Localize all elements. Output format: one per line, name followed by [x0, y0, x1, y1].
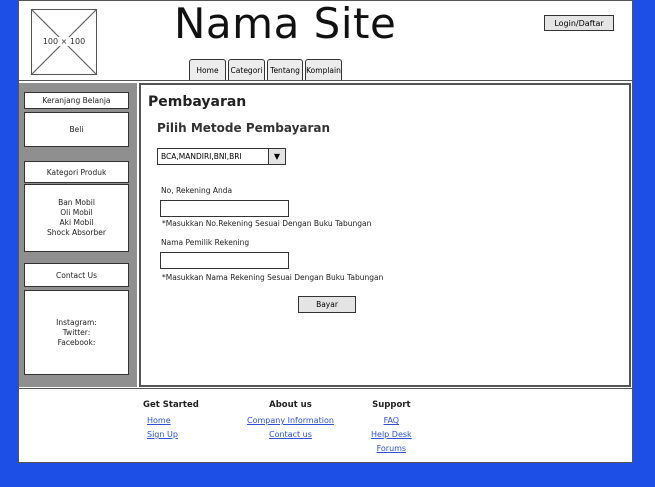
tab-home[interactable]: Home — [189, 59, 226, 80]
dropdown-arrow-icon[interactable]: ▼ — [268, 149, 285, 164]
page-frame: 100 × 100 Nama Site Login/Daftar Home Ca… — [18, 0, 633, 463]
category-list: Ban Mobil Oli Mobil Aki Mobil Shock Abso… — [24, 184, 129, 252]
logo-size-label: 100 × 100 — [40, 37, 88, 46]
tab-komplain[interactable]: Komplain — [305, 59, 342, 80]
category-item-oli-mobil[interactable]: Oli Mobil — [60, 208, 92, 218]
footer-link-home[interactable]: Home — [143, 414, 199, 428]
category-item-ban-mobil[interactable]: Ban Mobil — [58, 198, 95, 208]
footer-link-company-information[interactable]: Company Information — [247, 414, 334, 428]
footer-link-sign-up[interactable]: Sign Up — [143, 428, 199, 442]
category-item-shock-absorber[interactable]: Shock Absorber — [47, 228, 106, 238]
account-name-input[interactable] — [160, 252, 289, 269]
account-number-note: *Masukkan No.Rekening Sesuai Dengan Buku… — [162, 219, 372, 228]
pay-button[interactable]: Bayar — [298, 296, 356, 313]
header-divider — [19, 80, 632, 81]
footer-get-started: Get Started Home Sign Up — [143, 400, 199, 442]
footer-get-started-title: Get Started — [143, 400, 199, 410]
footer-link-help-desk[interactable]: Help Desk — [371, 428, 412, 442]
footer-link-faq[interactable]: FAQ — [371, 414, 412, 428]
footer-about: About us Company Information Contact us — [247, 400, 334, 442]
payment-method-value: BCA,MANDIRI,BNI,BRI — [161, 152, 242, 161]
tab-tentang[interactable]: Tentang — [267, 59, 303, 80]
contact-us-title[interactable]: Contact Us — [24, 263, 129, 287]
footer-link-forums[interactable]: Forums — [371, 442, 412, 456]
footer-about-title: About us — [269, 400, 312, 410]
payment-method-select[interactable]: BCA,MANDIRI,BNI,BRI ▼ — [157, 148, 286, 165]
sidebar: Keranjang Belanja Beli Kategori Produk B… — [19, 83, 137, 387]
logo-placeholder-image: 100 × 100 — [31, 9, 97, 75]
social-twitter: Twitter: — [62, 327, 91, 337]
account-number-label: No, Rekening Anda — [161, 186, 233, 195]
category-title: Kategori Produk — [24, 161, 129, 183]
social-list: Instagram: Twitter: Facebook: — [24, 290, 129, 375]
login-register-button[interactable]: Login/Daftar — [544, 15, 614, 31]
account-name-label: Nama Pemilik Rekening — [161, 238, 250, 247]
account-number-input[interactable] — [160, 200, 289, 217]
category-item-aki-mobil[interactable]: Aki Mobil — [60, 218, 94, 228]
account-name-note: *Masukkan Nama Rekening Sesuai Dengan Bu… — [162, 273, 384, 282]
footer-support: Support FAQ Help Desk Forums — [371, 400, 412, 456]
page-title: Pembayaran — [148, 94, 247, 110]
tab-categori[interactable]: Categori — [228, 59, 265, 80]
site-title: Nama Site — [174, 0, 397, 48]
cart-buy-link[interactable]: Beli — [24, 112, 129, 147]
cart-title[interactable]: Keranjang Belanja — [24, 92, 129, 109]
footer-support-title: Support — [372, 400, 411, 410]
footer-divider — [19, 388, 632, 389]
social-facebook: Facebook: — [57, 337, 96, 347]
section-title: Pilih Metode Pembayaran — [157, 121, 331, 135]
nav-tabs: Home Categori Tentang Komplain — [189, 59, 342, 80]
footer-link-contact-us[interactable]: Contact us — [247, 428, 334, 442]
social-instagram: Instagram: — [56, 317, 97, 327]
main-content: Pembayaran Pilih Metode Pembayaran BCA,M… — [139, 83, 631, 387]
